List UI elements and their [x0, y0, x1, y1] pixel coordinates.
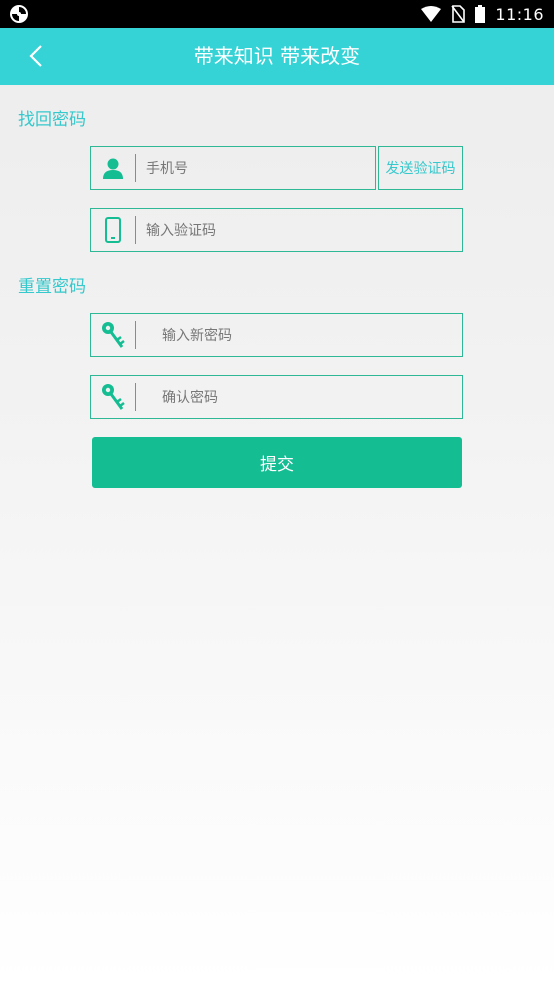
- status-time: 11:16: [495, 4, 544, 24]
- user-icon: [91, 148, 135, 188]
- recover-section-title: 找回密码: [18, 110, 86, 130]
- confirm-password-placeholder: 确认密码: [162, 390, 218, 406]
- battery-icon: [475, 5, 486, 23]
- new-password-placeholder: 输入新密码: [162, 328, 232, 344]
- status-bar: 11:16: [0, 0, 554, 28]
- wifi-icon: [421, 6, 442, 22]
- key-icon: [91, 377, 135, 417]
- phone-icon: [91, 210, 135, 250]
- phone-field[interactable]: 手机号: [90, 146, 376, 190]
- new-password-field[interactable]: 输入新密码: [90, 313, 463, 357]
- send-code-button[interactable]: 发送验证码: [378, 146, 463, 190]
- confirm-password-field[interactable]: 确认密码: [90, 375, 463, 419]
- phone-placeholder: 手机号: [146, 161, 188, 177]
- code-placeholder: 输入验证码: [146, 223, 216, 239]
- page-title: 带来知识 带来改变: [193, 44, 361, 68]
- field-separator: [135, 321, 136, 349]
- field-separator: [135, 383, 136, 411]
- field-separator: [135, 154, 136, 182]
- verification-code-field[interactable]: 输入验证码: [90, 208, 463, 252]
- app-notification-icon: [10, 5, 28, 23]
- key-icon: [91, 315, 135, 355]
- field-separator: [135, 216, 136, 244]
- submit-button[interactable]: 提交: [92, 437, 462, 488]
- app-bar: 带来知识 带来改变: [0, 28, 554, 85]
- reset-section-title: 重置密码: [18, 277, 86, 297]
- no-sim-icon: [451, 5, 466, 23]
